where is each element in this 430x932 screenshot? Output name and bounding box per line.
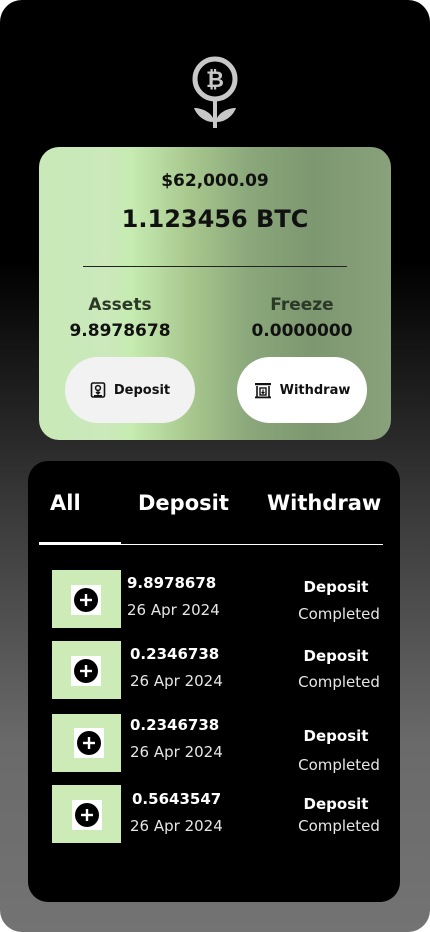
transaction-type: Deposit xyxy=(303,647,369,665)
plus-circle-icon xyxy=(74,728,104,758)
transaction-type: Deposit xyxy=(303,795,369,813)
plus-circle-icon xyxy=(71,656,101,686)
svg-text:₿: ₿ xyxy=(206,68,224,93)
active-tab-indicator xyxy=(39,542,121,545)
btc-balance: 1.123456 BTC xyxy=(121,205,309,233)
filter-tabs: All Deposit Withdraw xyxy=(28,491,400,521)
add-button[interactable] xyxy=(52,570,121,628)
transaction-date: 26 Apr 2024 xyxy=(127,601,220,619)
plus-circle-icon xyxy=(71,585,101,615)
add-button[interactable] xyxy=(52,714,121,772)
add-button[interactable] xyxy=(52,641,121,699)
balance-card: $62,000.09 1.123456 BTC Assets 9.8978678… xyxy=(39,147,391,440)
assets-value: 9.8978678 xyxy=(69,321,171,341)
deposit-button[interactable]: Deposit xyxy=(65,357,195,423)
bitcoin-flower-icon: ₿ xyxy=(188,56,242,130)
transaction-row[interactable]: 0.2346738 26 Apr 2024 Deposit Completed xyxy=(28,714,400,774)
transaction-amount: 0.5643547 xyxy=(132,790,222,808)
card-divider xyxy=(83,266,347,267)
usd-balance: $62,000.09 xyxy=(161,171,269,191)
withdraw-icon xyxy=(254,381,272,399)
transaction-row[interactable]: 0.2346738 26 Apr 2024 Deposit Completed xyxy=(28,641,400,701)
freeze-stat: Freeze 0.0000000 xyxy=(227,295,377,341)
transaction-type: Deposit xyxy=(303,578,369,596)
deposit-icon xyxy=(90,381,106,399)
transaction-row[interactable]: 0.5643547 26 Apr 2024 Deposit Completed xyxy=(28,785,400,845)
transaction-status: Completed xyxy=(298,756,380,774)
transaction-row[interactable]: 9.8978678 26 Apr 2024 Deposit Completed xyxy=(28,570,400,630)
withdraw-button-label: Withdraw xyxy=(279,382,351,398)
wallet-screen: ₿ $62,000.09 1.123456 BTC Assets 9.89786… xyxy=(0,0,430,932)
transaction-amount: 0.2346738 xyxy=(130,716,220,734)
tab-deposit[interactable]: Deposit xyxy=(138,491,229,515)
withdraw-button[interactable]: Withdraw xyxy=(237,357,367,423)
transaction-amount: 0.2346738 xyxy=(130,645,220,663)
freeze-label: Freeze xyxy=(270,295,334,315)
transaction-status: Completed xyxy=(298,605,380,623)
transaction-date: 26 Apr 2024 xyxy=(130,817,223,835)
transaction-status: Completed xyxy=(298,817,380,835)
assets-stat: Assets 9.8978678 xyxy=(45,295,195,341)
transaction-history-panel: All Deposit Withdraw 9.8978678 26 Apr 20… xyxy=(28,461,400,902)
assets-label: Assets xyxy=(88,295,152,315)
transaction-date: 26 Apr 2024 xyxy=(130,672,223,690)
tab-all[interactable]: All xyxy=(50,491,81,515)
transaction-status: Completed xyxy=(298,673,380,691)
transaction-date: 26 Apr 2024 xyxy=(130,743,223,761)
tab-withdraw[interactable]: Withdraw xyxy=(267,491,381,515)
add-button[interactable] xyxy=(52,785,121,843)
deposit-button-label: Deposit xyxy=(113,382,171,398)
plus-circle-icon xyxy=(72,800,102,830)
transaction-amount: 9.8978678 xyxy=(127,574,217,592)
freeze-value: 0.0000000 xyxy=(251,321,353,341)
transaction-type: Deposit xyxy=(303,727,369,745)
